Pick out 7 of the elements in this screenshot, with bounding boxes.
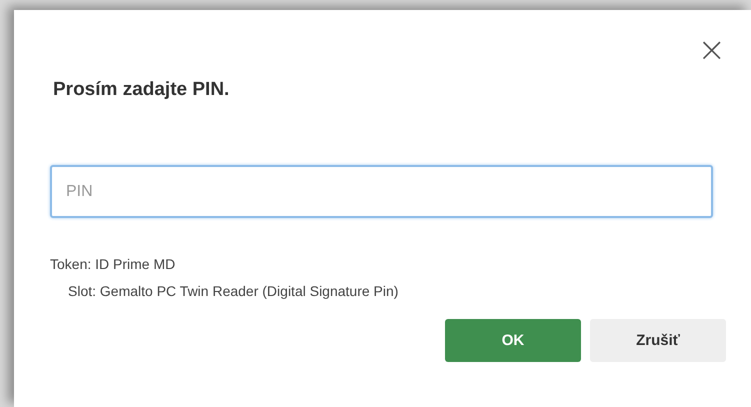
- close-button[interactable]: ×: [698, 40, 726, 60]
- dialog-title: Prosím zadajte PIN.: [53, 79, 230, 101]
- info-text: Token: ID Prime MD: [50, 256, 176, 272]
- info-text: Slot: Gemalto PC Twin Reader (Digital Signature Pin): [68, 283, 398, 299]
- ok-button[interactable]: OK: [445, 319, 581, 362]
- cancel-button[interactable]: Zrušiť: [590, 319, 726, 362]
- pin-field[interactable]: PIN: [50, 165, 713, 218]
